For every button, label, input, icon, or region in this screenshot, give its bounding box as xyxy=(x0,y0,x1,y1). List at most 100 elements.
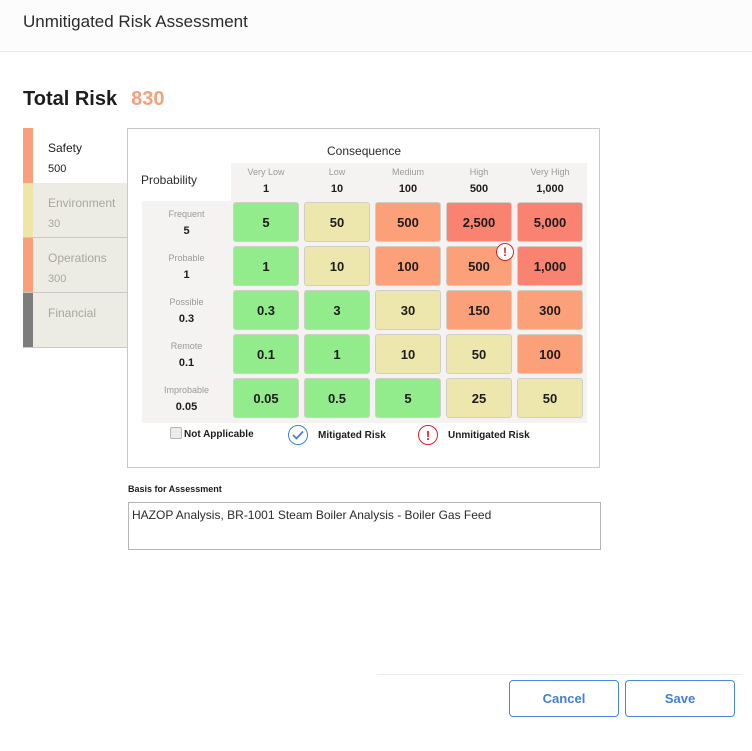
matrix-legend: Not Applicable Mitigated Risk ! Unmitiga… xyxy=(170,425,590,451)
risk-matrix-cell[interactable]: 0.5 xyxy=(304,378,370,418)
cell-value: 500 xyxy=(468,258,490,274)
tab-value: 30 xyxy=(48,218,61,230)
basis-for-assessment-input[interactable] xyxy=(128,502,601,550)
tab-label: Environment xyxy=(48,196,116,210)
cell-value: 5,000 xyxy=(533,214,567,230)
probability-row-header: Possible 0.3 xyxy=(142,290,231,332)
probability-title: Probability xyxy=(141,173,198,187)
column-name: Medium xyxy=(391,167,424,177)
tab-financial[interactable]: Financial xyxy=(23,293,129,348)
unmitigated-risk-icon: ! xyxy=(496,243,514,261)
tab-color-stripe xyxy=(23,128,33,183)
row-name: Remote xyxy=(170,341,203,351)
risk-matrix-cell[interactable]: 5 xyxy=(375,378,441,418)
cell-value: 300 xyxy=(539,302,561,318)
risk-matrix-cell[interactable]: 150 xyxy=(446,290,512,330)
mitigated-risk-legend: Mitigated Risk xyxy=(288,425,386,445)
cell-value: 10 xyxy=(329,258,345,274)
dialog-title: Unmitigated Risk Assessment xyxy=(23,12,248,31)
cell-value: 50 xyxy=(471,346,487,362)
not-applicable-option[interactable]: Not Applicable xyxy=(170,426,254,440)
risk-matrix-cell[interactable]: 25 xyxy=(446,378,512,418)
row-name: Probable xyxy=(168,253,205,263)
tab-value: 500 xyxy=(48,163,67,175)
tab-operations[interactable]: Operations 300 xyxy=(23,238,129,293)
risk-matrix-cell[interactable]: 1,000 xyxy=(517,246,583,286)
unmitigated-risk-label: Unmitigated Risk xyxy=(448,429,530,441)
row-name: Improbable xyxy=(163,385,210,395)
row-value: 0.1 xyxy=(178,357,195,369)
tab-value: 300 xyxy=(48,273,67,285)
cell-value: 0.1 xyxy=(256,346,276,362)
risk-matrix-cell[interactable]: 10 xyxy=(304,246,370,286)
probability-row-header: Improbable 0.05 xyxy=(142,378,231,420)
column-name: High xyxy=(469,167,489,177)
unmitigated-risk-legend: ! Unmitigated Risk xyxy=(418,425,530,445)
cell-value: 0.3 xyxy=(256,302,276,318)
cell-value: 1 xyxy=(333,346,341,362)
consequence-column-header: Low 10 xyxy=(302,163,372,199)
column-name: Very High xyxy=(530,167,570,177)
risk-matrix-cell[interactable]: 0.05 xyxy=(233,378,299,418)
column-value: 1,000 xyxy=(536,183,564,195)
probability-row-header: Probable 1 xyxy=(142,246,231,288)
risk-matrix-cell[interactable]: 30 xyxy=(375,290,441,330)
cell-value: 25 xyxy=(471,390,487,406)
consequence-column-header: High 500 xyxy=(444,163,514,199)
risk-matrix-cell[interactable]: 100 xyxy=(375,246,441,286)
risk-matrix-cell[interactable]: 50 xyxy=(304,202,370,242)
column-name: Very Low xyxy=(247,167,285,177)
risk-matrix-cell[interactable]: 3 xyxy=(304,290,370,330)
column-value: 1 xyxy=(262,183,270,195)
risk-matrix-panel: Consequence Probability Very Low 1 Low 10 Me… xyxy=(127,128,600,468)
column-name: Low xyxy=(328,167,346,177)
risk-matrix-cell[interactable]: 50 xyxy=(446,334,512,374)
risk-matrix-cell[interactable]: 50 xyxy=(517,378,583,418)
risk-matrix-cell[interactable]: 1 xyxy=(304,334,370,374)
cell-value: 30 xyxy=(400,302,416,318)
cell-value: 3 xyxy=(333,302,341,318)
consequence-title: Consequence xyxy=(327,144,402,158)
risk-matrix-cell[interactable]: 5 xyxy=(233,202,299,242)
row-name: Possible xyxy=(169,297,204,307)
row-value: 5 xyxy=(183,225,190,237)
risk-matrix-cell[interactable]: 1 xyxy=(233,246,299,286)
cell-value: 0.5 xyxy=(327,390,347,406)
not-applicable-checkbox[interactable] xyxy=(170,426,182,439)
cell-value: 100 xyxy=(397,258,419,274)
not-applicable-label: Not Applicable xyxy=(184,429,254,440)
risk-matrix-cell[interactable]: 2,500 xyxy=(446,202,512,242)
footer-divider xyxy=(377,674,742,675)
tab-safety[interactable]: Safety 500 xyxy=(23,128,129,183)
risk-matrix-cell[interactable]: 5,000 xyxy=(517,202,583,242)
consequence-column-header: Medium 100 xyxy=(373,163,443,199)
risk-matrix-cell[interactable]: 0.3 xyxy=(233,290,299,330)
risk-category-tabs: Safety 500 Environment 30 Operations 300… xyxy=(23,128,129,348)
check-circle-icon xyxy=(288,425,308,445)
cell-value: 5 xyxy=(404,390,412,406)
tab-color-stripe xyxy=(23,293,33,347)
save-button[interactable]: Save xyxy=(625,680,735,717)
consequence-column-header: Very High 1,000 xyxy=(515,163,585,199)
basis-label: Basis for Assessment xyxy=(128,484,222,494)
risk-matrix-cell[interactable]: 10 xyxy=(375,334,441,374)
tab-environment[interactable]: Environment 30 xyxy=(23,183,129,238)
consequence-column-header: Very Low 1 xyxy=(231,163,301,199)
probability-row-header: Remote 0.1 xyxy=(142,334,231,376)
risk-matrix-cell[interactable]: 100 xyxy=(517,334,583,374)
cancel-button[interactable]: Cancel xyxy=(509,680,619,717)
column-value: 10 xyxy=(330,183,344,195)
cell-value: 100 xyxy=(539,346,561,362)
mitigated-risk-label: Mitigated Risk xyxy=(318,429,386,441)
cell-value: 1,000 xyxy=(533,258,567,274)
row-value: 0.05 xyxy=(175,401,198,413)
dialog-header: Unmitigated Risk Assessment xyxy=(0,0,752,52)
probability-row-header: Frequent 5 xyxy=(142,202,231,244)
risk-matrix-cell[interactable]: 0.1 xyxy=(233,334,299,374)
risk-matrix-cell[interactable]: 500! xyxy=(446,243,514,286)
tab-label: Operations xyxy=(48,251,107,265)
risk-matrix-cell[interactable]: 500 xyxy=(375,202,441,242)
risk-matrix-cell[interactable]: 300 xyxy=(517,290,583,330)
total-risk-label: Total Risk xyxy=(23,88,118,110)
exclamation-circle-icon: ! xyxy=(418,425,438,445)
